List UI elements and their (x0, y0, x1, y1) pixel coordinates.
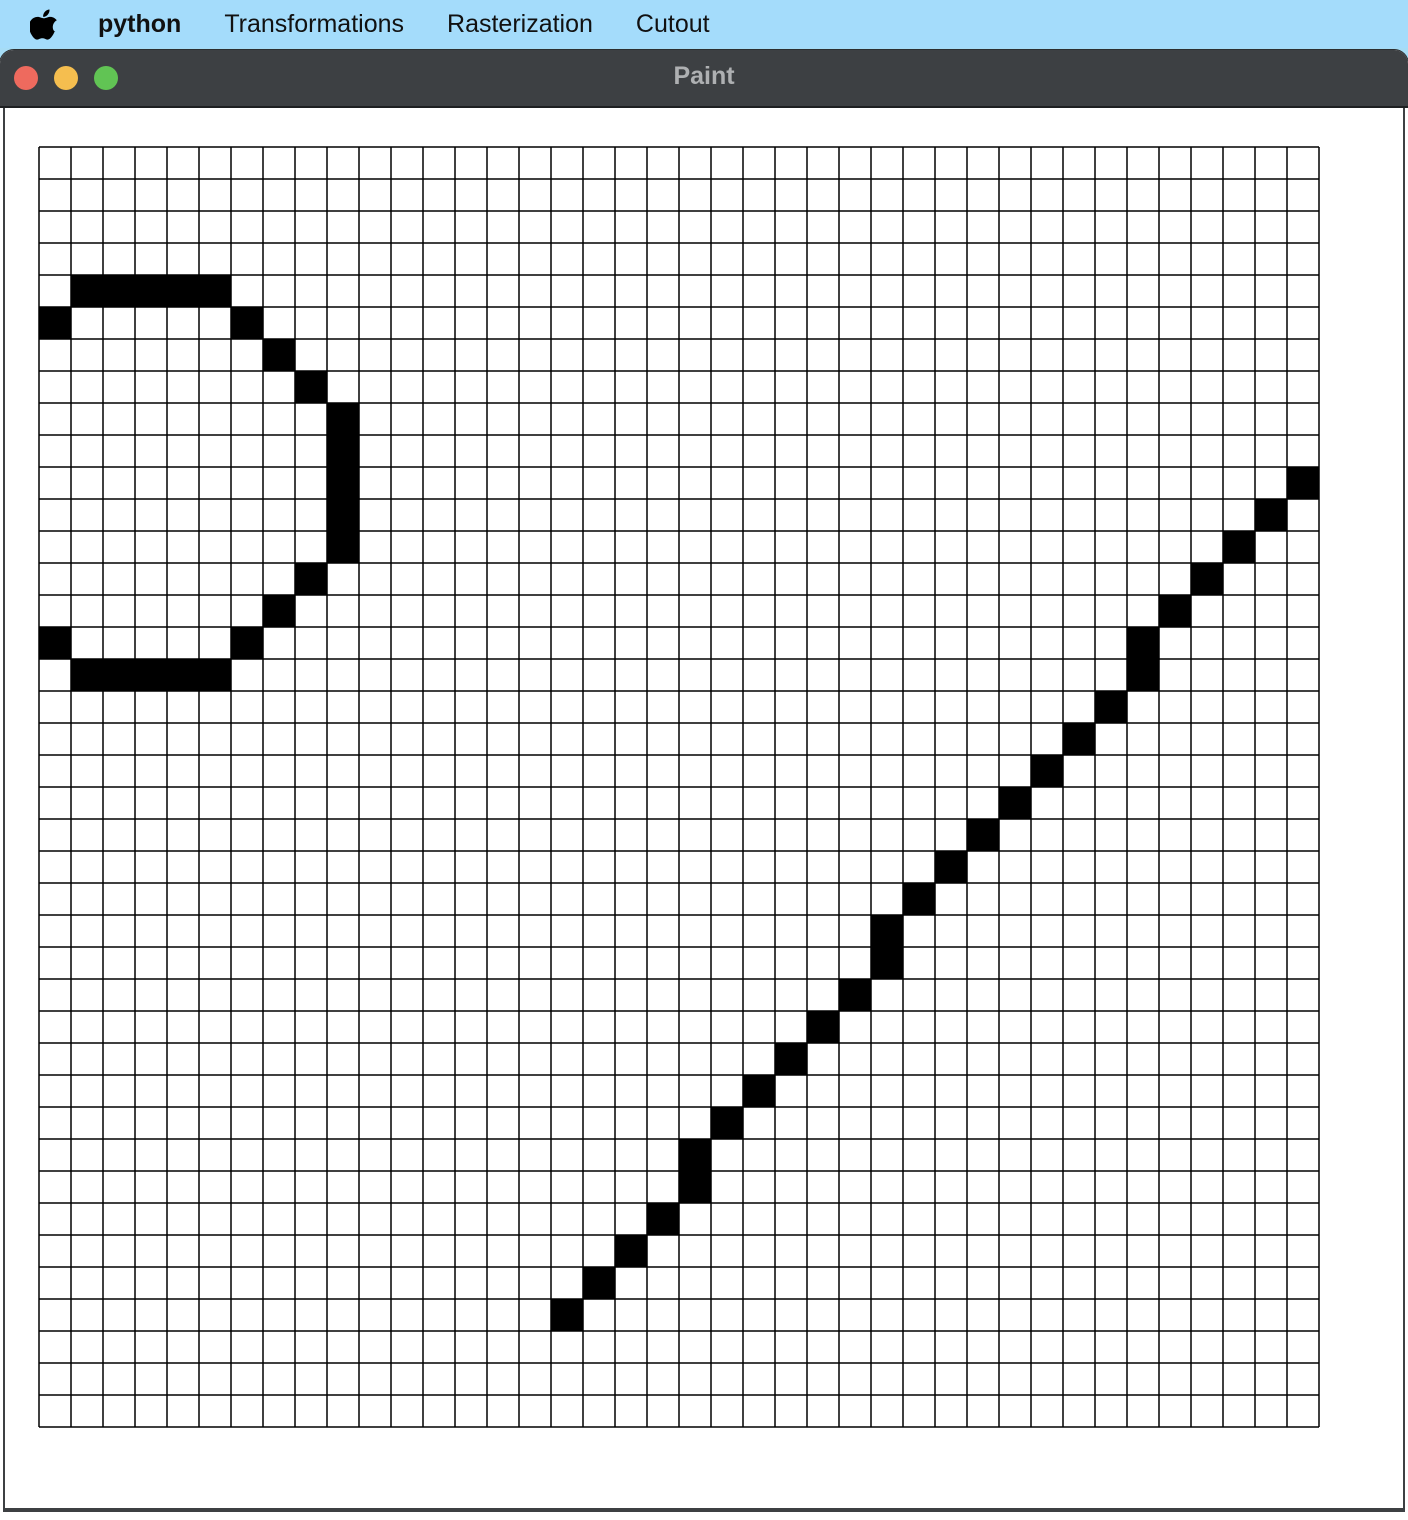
filled-pixel[interactable] (199, 659, 231, 691)
filled-pixel[interactable] (103, 659, 135, 691)
window-titlebar[interactable]: Paint (0, 50, 1408, 108)
filled-pixel[interactable] (1255, 499, 1287, 531)
filled-pixel[interactable] (1287, 467, 1319, 499)
filled-pixel[interactable] (135, 659, 167, 691)
filled-pixel[interactable] (295, 371, 327, 403)
filled-pixel[interactable] (231, 627, 263, 659)
filled-pixel[interactable] (775, 1043, 807, 1075)
filled-pixel[interactable] (551, 1299, 583, 1331)
filled-pixel[interactable] (71, 275, 103, 307)
menu-transformations[interactable]: Transformations (224, 10, 404, 39)
filled-pixel[interactable] (647, 1203, 679, 1235)
menu-rasterization[interactable]: Rasterization (447, 10, 593, 39)
filled-pixel[interactable] (327, 499, 359, 531)
filled-pixel[interactable] (263, 595, 295, 627)
menu-bar: python Transformations Rasterization Cut… (0, 0, 1408, 48)
filled-pixel[interactable] (1063, 723, 1095, 755)
filled-pixel[interactable] (871, 947, 903, 979)
filled-pixel[interactable] (935, 851, 967, 883)
filled-pixel[interactable] (327, 403, 359, 435)
filled-pixel[interactable] (1191, 563, 1223, 595)
filled-pixel[interactable] (199, 275, 231, 307)
filled-pixel[interactable] (679, 1139, 711, 1171)
filled-pixel[interactable] (167, 275, 199, 307)
filled-pixel[interactable] (135, 275, 167, 307)
filled-pixel[interactable] (103, 275, 135, 307)
filled-pixel[interactable] (263, 339, 295, 371)
filled-pixel[interactable] (1159, 595, 1191, 627)
apple-logo-icon[interactable] (28, 8, 60, 40)
filled-pixel[interactable] (39, 307, 71, 339)
filled-pixel[interactable] (1223, 531, 1255, 563)
filled-pixel[interactable] (1127, 627, 1159, 659)
filled-pixel[interactable] (327, 467, 359, 499)
menu-python[interactable]: python (98, 10, 181, 39)
filled-pixel[interactable] (71, 659, 103, 691)
filled-pixel[interactable] (999, 787, 1031, 819)
filled-pixel[interactable] (231, 307, 263, 339)
pixel-grid-canvas[interactable] (38, 146, 1320, 1428)
filled-pixel[interactable] (583, 1267, 615, 1299)
apple-logo-icon-glyph (30, 9, 57, 40)
menu-cutout[interactable]: Cutout (636, 10, 710, 39)
filled-pixel[interactable] (615, 1235, 647, 1267)
filled-pixel[interactable] (39, 627, 71, 659)
window-title: Paint (673, 62, 735, 90)
filled-pixel[interactable] (167, 659, 199, 691)
filled-pixel[interactable] (967, 819, 999, 851)
filled-pixel[interactable] (839, 979, 871, 1011)
filled-pixel[interactable] (327, 435, 359, 467)
filled-pixel[interactable] (743, 1075, 775, 1107)
filled-pixel[interactable] (807, 1011, 839, 1043)
filled-pixel[interactable] (295, 563, 327, 595)
filled-pixel[interactable] (1095, 691, 1127, 723)
filled-pixel[interactable] (903, 883, 935, 915)
filled-pixel[interactable] (871, 915, 903, 947)
grid-lines (38, 146, 1320, 1428)
filled-pixel[interactable] (711, 1107, 743, 1139)
filled-pixel[interactable] (327, 531, 359, 563)
filled-pixel[interactable] (1127, 659, 1159, 691)
filled-pixel[interactable] (1031, 755, 1063, 787)
filled-pixel[interactable] (679, 1171, 711, 1203)
